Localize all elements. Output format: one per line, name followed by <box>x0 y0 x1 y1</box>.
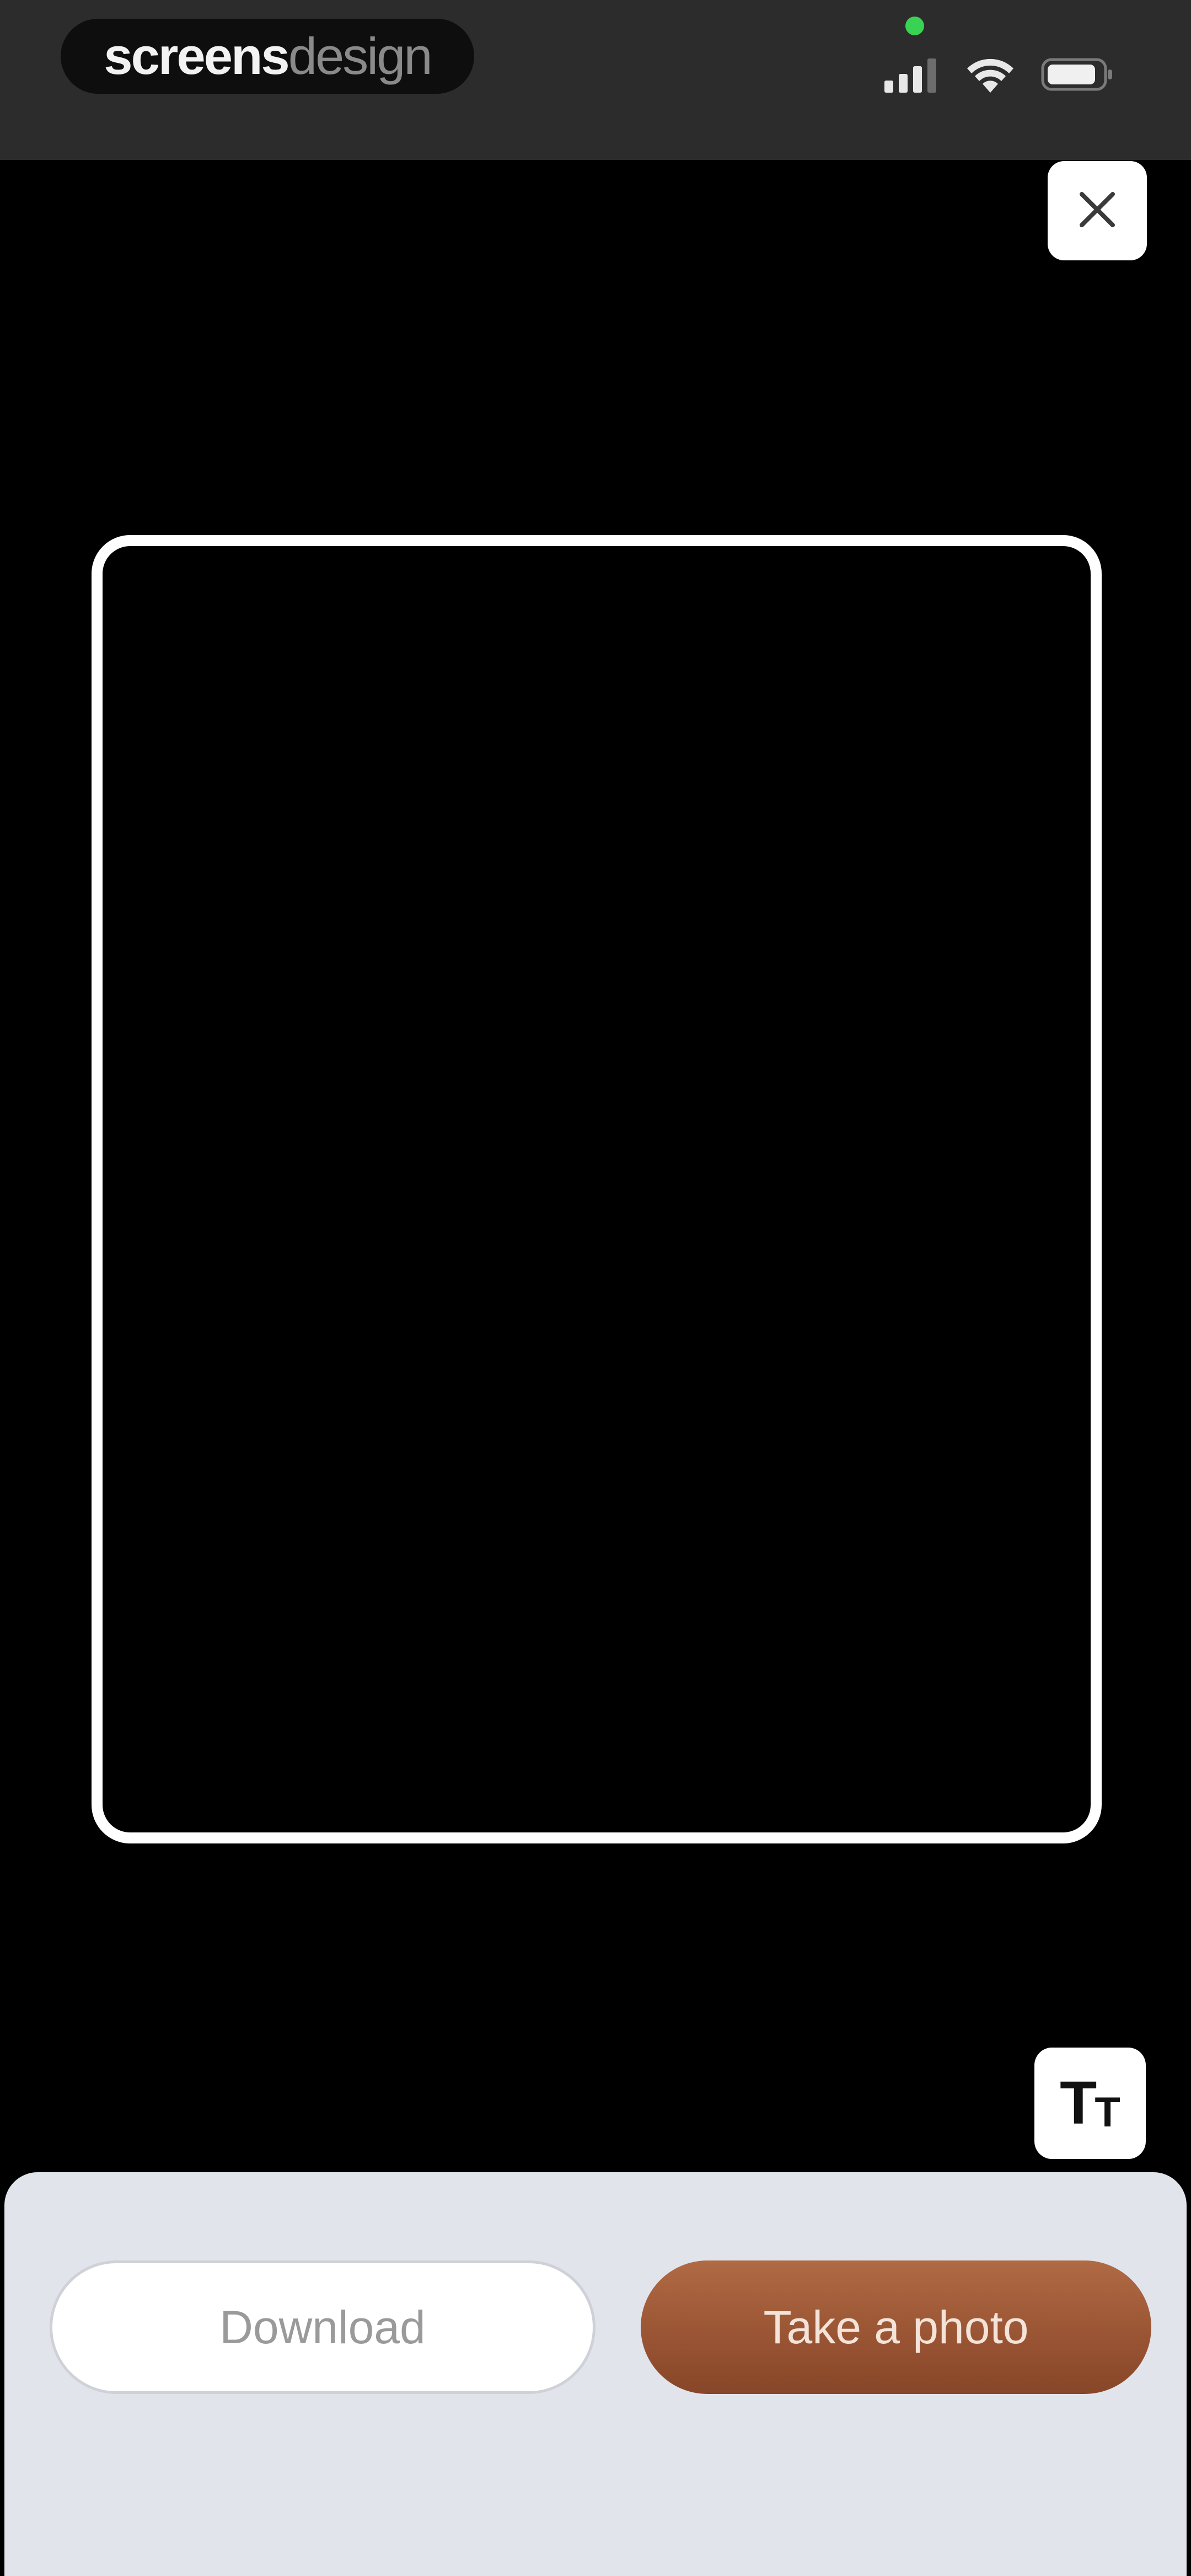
battery-icon <box>1041 56 1114 93</box>
signal-icon <box>884 56 940 93</box>
status-bar: screensdesign <box>0 0 1191 160</box>
brand-logo: screensdesign <box>61 19 474 94</box>
camera-in-use-indicator <box>905 17 924 35</box>
download-button[interactable]: Download <box>50 2260 596 2394</box>
status-icons <box>884 43 1114 93</box>
text-size-icon: TT <box>1060 2073 1120 2134</box>
camera-viewfinder-frame <box>92 535 1102 1843</box>
brand-wordmark-bold: screens <box>104 27 289 85</box>
camera-screen: screensdesign T T Download Take a photo <box>0 0 1191 2576</box>
action-sheet: Download Take a photo <box>4 2172 1187 2576</box>
brand-wordmark-light: design <box>288 27 433 85</box>
text-size-glyph-small: T <box>1095 2089 1120 2136</box>
text-size-button[interactable]: TT <box>1034 2048 1146 2159</box>
close-button[interactable] <box>1048 161 1147 260</box>
wifi-icon <box>964 53 1017 93</box>
text-size-glyph-large: T <box>1060 2069 1097 2137</box>
brand-wordmark: screensdesign <box>104 27 433 85</box>
take-photo-button[interactable]: Take a photo <box>641 2260 1151 2394</box>
close-icon <box>1075 188 1119 234</box>
